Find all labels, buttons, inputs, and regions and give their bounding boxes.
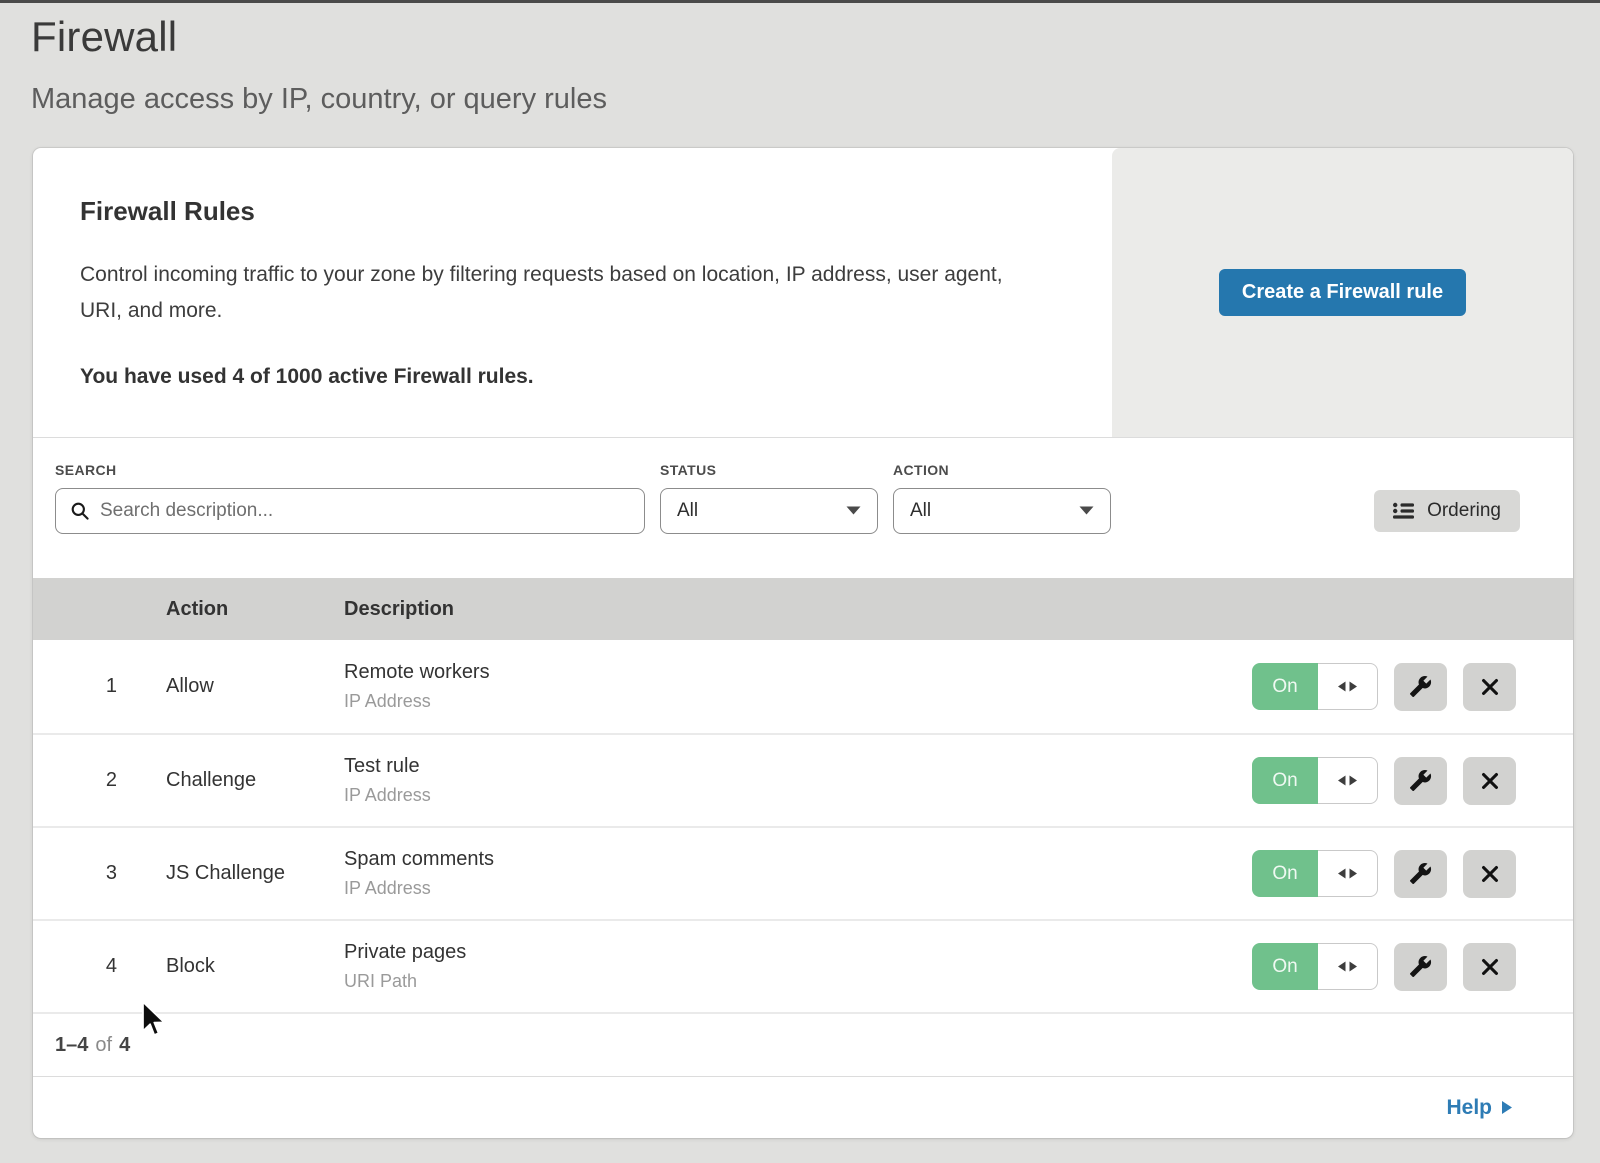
pagination-total: 4 xyxy=(119,1034,130,1057)
action-column-header: Action xyxy=(166,598,344,621)
rule-controls: On xyxy=(1233,663,1573,711)
edit-rule-button[interactable] xyxy=(1394,850,1447,898)
wrench-icon xyxy=(1409,955,1432,978)
search-input[interactable] xyxy=(100,500,644,522)
rule-enabled-toggle[interactable]: On xyxy=(1252,757,1378,804)
delete-rule-button[interactable] xyxy=(1463,850,1516,898)
rule-field-type: URI Path xyxy=(344,971,1233,992)
chevron-down-icon xyxy=(1079,502,1094,520)
rule-action: JS Challenge xyxy=(166,862,344,885)
status-label: STATUS xyxy=(660,462,878,478)
search-box xyxy=(55,488,645,534)
rule-priority: 1 xyxy=(33,675,166,698)
edit-rule-button[interactable] xyxy=(1394,757,1447,805)
page-header: Firewall Manage access by IP, country, o… xyxy=(0,3,1600,116)
action-label: ACTION xyxy=(893,462,1111,478)
search-label: SEARCH xyxy=(55,462,645,478)
description-column-header: Description xyxy=(344,598,1233,621)
card-description: Control incoming traffic to your zone by… xyxy=(80,257,1030,329)
status-select[interactable]: All xyxy=(660,488,878,534)
close-icon xyxy=(1479,676,1501,698)
ordering-list-icon xyxy=(1393,502,1416,520)
action-selected-value: All xyxy=(910,500,931,522)
toggle-on-label: On xyxy=(1252,943,1318,990)
rule-controls: On xyxy=(1233,757,1573,805)
rule-field-type: IP Address xyxy=(344,878,1233,899)
close-icon xyxy=(1479,770,1501,792)
rule-action: Allow xyxy=(166,675,344,698)
card-heading: Firewall Rules xyxy=(80,196,1052,227)
chevron-down-icon xyxy=(846,502,861,520)
close-icon xyxy=(1479,956,1501,978)
pagination-of: of xyxy=(95,1034,112,1057)
edit-rule-button[interactable] xyxy=(1394,663,1447,711)
firewall-rule-row: 4 Block Private pages URI Path On xyxy=(33,919,1573,1012)
action-filter-group: ACTION All xyxy=(893,462,1111,534)
wrench-icon xyxy=(1409,675,1432,698)
rule-description-cell: Spam comments IP Address xyxy=(344,848,1233,899)
rule-description: Spam comments xyxy=(344,848,1233,871)
close-icon xyxy=(1479,863,1501,885)
toggle-on-label: On xyxy=(1252,850,1318,897)
rule-enabled-toggle[interactable]: On xyxy=(1252,663,1378,710)
help-arrow-icon xyxy=(1501,1100,1513,1115)
toggle-arrows-icon xyxy=(1318,850,1378,897)
status-selected-value: All xyxy=(677,500,698,522)
delete-rule-button[interactable] xyxy=(1463,943,1516,991)
toggle-arrows-icon xyxy=(1318,663,1378,710)
toggle-on-label: On xyxy=(1252,757,1318,804)
create-rule-panel: Create a Firewall rule xyxy=(1112,148,1573,437)
firewall-rule-row: 2 Challenge Test rule IP Address On xyxy=(33,733,1573,826)
rule-description-cell: Remote workers IP Address xyxy=(344,661,1233,712)
edit-rule-button[interactable] xyxy=(1394,943,1447,991)
wrench-icon xyxy=(1409,769,1432,792)
rule-enabled-toggle[interactable]: On xyxy=(1252,943,1378,990)
rule-enabled-toggle[interactable]: On xyxy=(1252,850,1378,897)
filter-bar: SEARCH STATUS All ACTION All xyxy=(33,438,1573,578)
rule-description-cell: Test rule IP Address xyxy=(344,755,1233,806)
rule-controls: On xyxy=(1233,943,1573,991)
usage-summary: You have used 4 of 1000 active Firewall … xyxy=(80,365,1052,389)
toggle-arrows-icon xyxy=(1318,943,1378,990)
rule-controls: On xyxy=(1233,850,1573,898)
rule-description: Remote workers xyxy=(344,661,1233,684)
rule-priority: 4 xyxy=(33,955,166,978)
table-header: Action Description xyxy=(33,578,1573,640)
rule-action: Challenge xyxy=(166,769,344,792)
card-header-text: Firewall Rules Control incoming traffic … xyxy=(33,148,1112,437)
ordering-button[interactable]: Ordering xyxy=(1374,490,1520,532)
help-row: Help xyxy=(33,1076,1573,1138)
help-link-label: Help xyxy=(1446,1096,1492,1120)
delete-rule-button[interactable] xyxy=(1463,663,1516,711)
card-header-section: Firewall Rules Control incoming traffic … xyxy=(33,148,1573,438)
rule-description: Private pages xyxy=(344,941,1233,964)
page-subtitle: Manage access by IP, country, or query r… xyxy=(31,83,1600,116)
pagination-range: 1–4 xyxy=(55,1034,88,1057)
pagination-row: 1–4 of 4 xyxy=(33,1012,1573,1076)
create-firewall-rule-button[interactable]: Create a Firewall rule xyxy=(1219,269,1466,316)
delete-rule-button[interactable] xyxy=(1463,757,1516,805)
page-title: Firewall xyxy=(31,13,1600,61)
rule-description-cell: Private pages URI Path xyxy=(344,941,1233,992)
action-select[interactable]: All xyxy=(893,488,1111,534)
wrench-icon xyxy=(1409,862,1432,885)
ordering-button-label: Ordering xyxy=(1427,500,1501,522)
rule-priority: 2 xyxy=(33,769,166,792)
firewall-rule-row: 3 JS Challenge Spam comments IP Address … xyxy=(33,826,1573,919)
toggle-arrows-icon xyxy=(1318,757,1378,804)
status-filter-group: STATUS All xyxy=(660,462,878,534)
toggle-on-label: On xyxy=(1252,663,1318,710)
rule-field-type: IP Address xyxy=(344,691,1233,712)
firewall-rule-row: 1 Allow Remote workers IP Address On xyxy=(33,640,1573,733)
firewall-rules-card: Firewall Rules Control incoming traffic … xyxy=(33,148,1573,1138)
rule-description: Test rule xyxy=(344,755,1233,778)
help-link[interactable]: Help xyxy=(1446,1096,1513,1120)
search-icon xyxy=(70,501,90,521)
rule-field-type: IP Address xyxy=(344,785,1233,806)
rule-priority: 3 xyxy=(33,862,166,885)
search-filter-group: SEARCH xyxy=(55,462,645,534)
rule-action: Block xyxy=(166,955,344,978)
